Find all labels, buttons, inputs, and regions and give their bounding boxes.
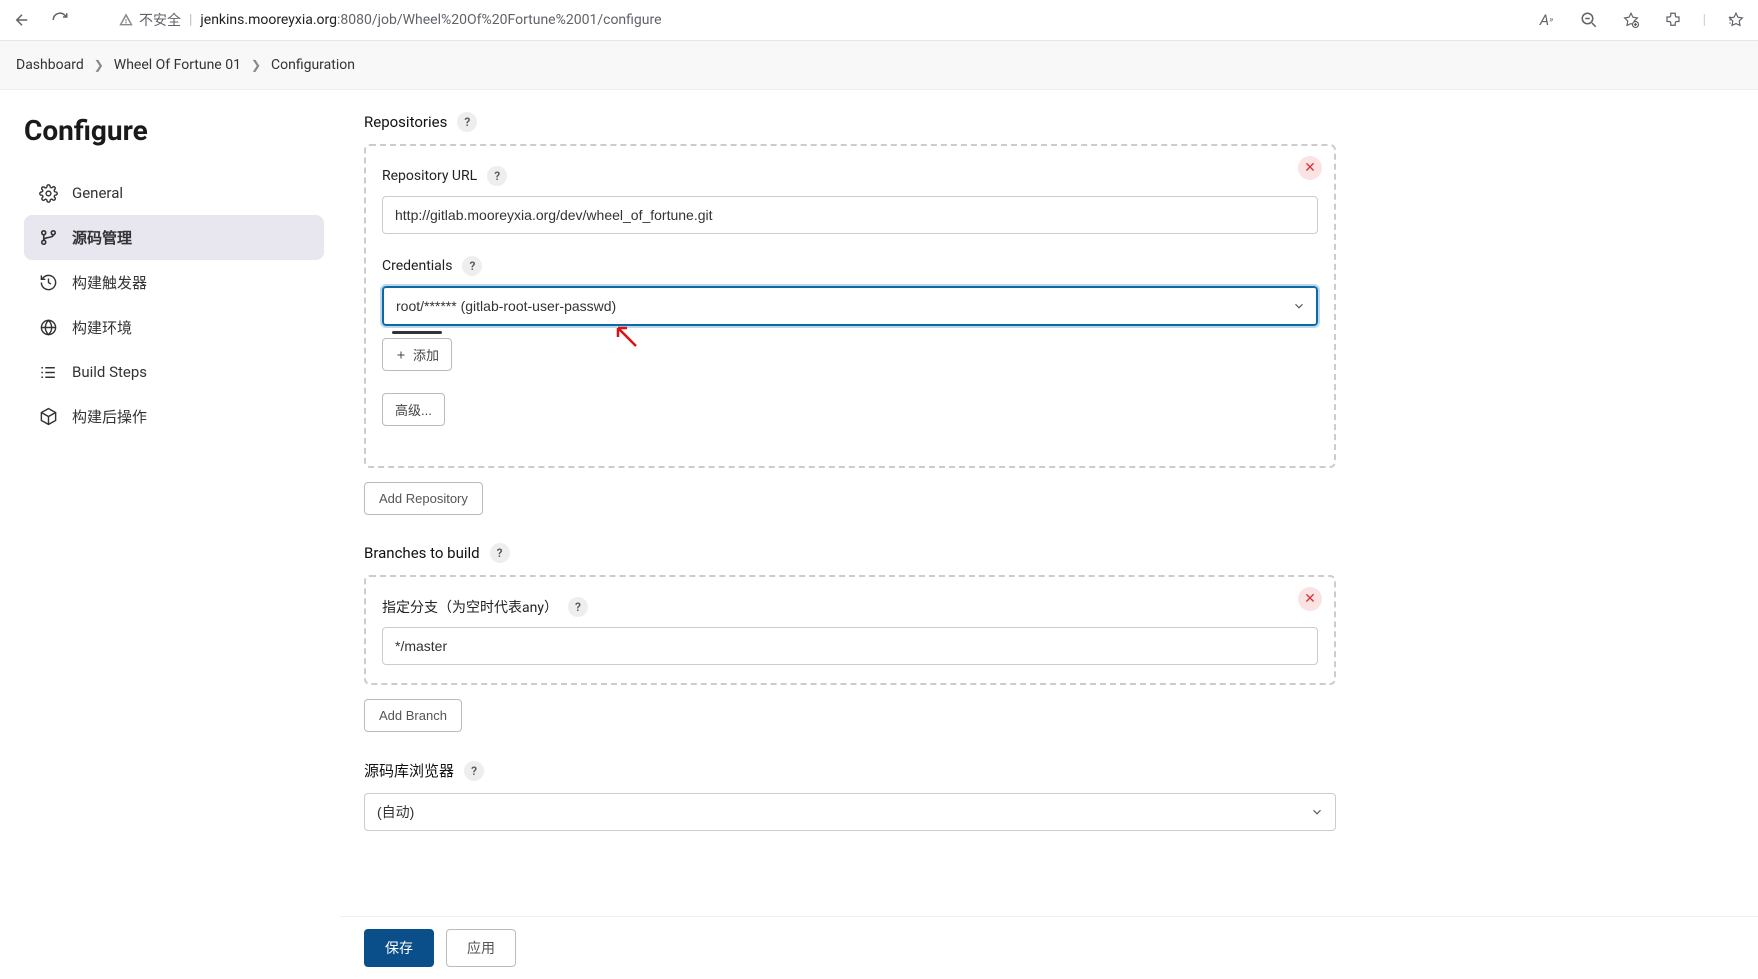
add-branch-button[interactable]: Add Branch — [364, 699, 462, 732]
list-steps-icon — [38, 362, 58, 382]
main-content: Repositories ? ✕ Repository URL ? Creden… — [340, 90, 1360, 931]
globe-icon — [38, 318, 58, 338]
sidebar-item-post-build[interactable]: 构建后操作 — [24, 394, 324, 439]
credentials-label: Credentials — [382, 258, 452, 274]
sidebar-item-triggers[interactable]: 构建触发器 — [24, 260, 324, 305]
address-bar[interactable]: 不安全 | jenkins.mooreyxia.org:8080/job/Whe… — [106, 6, 1501, 34]
breadcrumb-dashboard[interactable]: Dashboard — [16, 57, 84, 73]
sidebar: Configure General 源码管理 构建触发器 — [0, 90, 340, 931]
favorite-add-icon[interactable] — [1619, 8, 1643, 32]
repo-browser-select[interactable]: (自动) — [364, 793, 1336, 831]
add-repository-label: Add Repository — [379, 491, 468, 506]
favorites-bar-icon[interactable] — [1724, 8, 1748, 32]
chevron-right-icon: ❯ — [251, 58, 261, 72]
repo-browser-label: 源码库浏览器 — [364, 760, 454, 781]
delete-repository-button[interactable]: ✕ — [1298, 156, 1322, 180]
advanced-label: 高级... — [395, 400, 432, 419]
branch-spec-label-row: 指定分支（为空时代表any） ? — [382, 597, 1318, 617]
add-repository-button[interactable]: Add Repository — [364, 482, 483, 515]
branch-spec-input[interactable] — [382, 627, 1318, 665]
help-icon[interactable]: ? — [464, 761, 484, 781]
branch-box: ✕ 指定分支（为空时代表any） ? — [364, 575, 1336, 685]
apply-button[interactable]: 应用 — [446, 929, 516, 967]
history-icon — [38, 273, 58, 293]
sidebar-item-label: 构建触发器 — [72, 272, 147, 293]
sidebar-item-label: 源码管理 — [72, 227, 132, 248]
sidebar-item-build-steps[interactable]: Build Steps — [24, 350, 324, 394]
repository-url-label: Repository URL — [382, 168, 477, 184]
not-secure-label: 不安全 — [139, 10, 181, 30]
help-icon[interactable]: ? — [490, 543, 510, 563]
help-icon[interactable]: ? — [457, 112, 477, 132]
footer-actions: 保存 应用 — [340, 916, 1758, 979]
sidebar-item-environment[interactable]: 构建环境 — [24, 305, 324, 350]
sidebar-item-scm[interactable]: 源码管理 — [24, 215, 324, 260]
reload-button[interactable] — [48, 8, 72, 32]
url-text: jenkins.mooreyxia.org:8080/job/Wheel%20O… — [200, 12, 661, 28]
add-credential-label: 添加 — [413, 345, 439, 364]
breadcrumb-job[interactable]: Wheel Of Fortune 01 — [114, 57, 241, 73]
help-icon[interactable]: ? — [462, 256, 482, 276]
repositories-label: Repositories — [364, 113, 447, 131]
branch-icon — [38, 228, 58, 248]
gear-icon — [38, 183, 58, 203]
repository-box: ✕ Repository URL ? Credentials ? root/**… — [364, 144, 1336, 468]
branch-spec-label: 指定分支（为空时代表any） — [382, 597, 558, 617]
delete-branch-button[interactable]: ✕ — [1298, 587, 1322, 611]
branches-header: Branches to build ? — [364, 543, 1336, 563]
branches-label: Branches to build — [364, 544, 480, 562]
breadcrumb: Dashboard ❯ Wheel Of Fortune 01 ❯ Config… — [0, 41, 1758, 90]
save-button[interactable]: 保存 — [364, 929, 434, 967]
sidebar-item-general[interactable]: General — [24, 171, 324, 215]
credentials-select[interactable]: root/****** (gitlab-root-user-passwd) — [382, 286, 1318, 326]
credentials-select-wrap: root/****** (gitlab-root-user-passwd) — [382, 286, 1318, 326]
package-icon — [38, 407, 58, 427]
browser-right-icons: A» | — [1535, 8, 1748, 32]
repository-url-input[interactable] — [382, 196, 1318, 234]
advanced-button[interactable]: 高级... — [382, 393, 445, 426]
zoom-out-icon[interactable] — [1577, 8, 1601, 32]
chevron-right-icon: ❯ — [94, 58, 104, 72]
page-title: Configure — [24, 114, 324, 147]
repositories-header: Repositories ? — [364, 112, 1336, 132]
breadcrumb-configuration[interactable]: Configuration — [271, 57, 355, 73]
read-aloud-icon[interactable]: A» — [1535, 8, 1559, 32]
url-divider: | — [189, 12, 192, 28]
sidebar-item-label: General — [72, 184, 123, 202]
not-secure-badge: 不安全 — [118, 10, 181, 30]
help-icon[interactable]: ? — [487, 166, 507, 186]
sidebar-item-label: Build Steps — [72, 363, 147, 381]
sidebar-item-label: 构建环境 — [72, 317, 132, 338]
add-credential-button[interactable]: 添加 — [382, 338, 452, 371]
repo-browser-header: 源码库浏览器 ? — [364, 760, 1336, 781]
credentials-label-row: Credentials ? — [382, 256, 1318, 276]
add-branch-label: Add Branch — [379, 708, 447, 723]
help-icon[interactable]: ? — [568, 597, 588, 617]
repo-browser-select-wrap: (自动) — [364, 793, 1336, 831]
extensions-icon[interactable] — [1661, 8, 1685, 32]
toolbar-separator: | — [1703, 12, 1706, 28]
back-button[interactable] — [10, 8, 34, 32]
browser-toolbar: 不安全 | jenkins.mooreyxia.org:8080/job/Whe… — [0, 0, 1758, 41]
repository-url-label-row: Repository URL ? — [382, 166, 1318, 186]
sidebar-item-label: 构建后操作 — [72, 406, 147, 427]
